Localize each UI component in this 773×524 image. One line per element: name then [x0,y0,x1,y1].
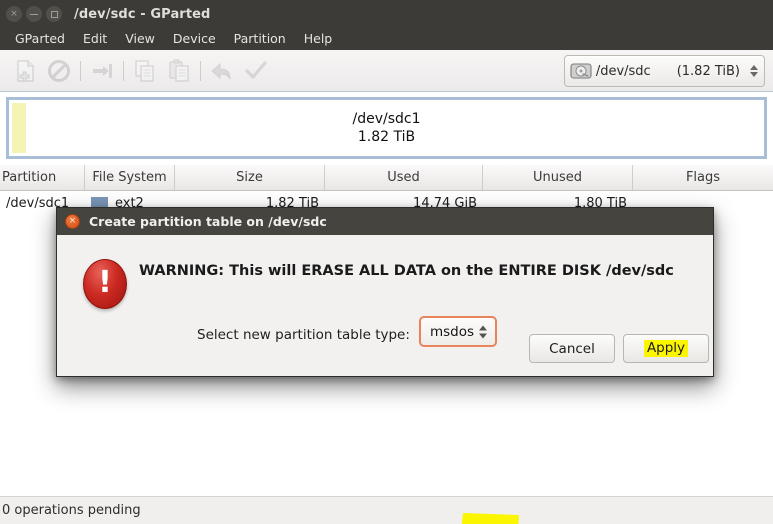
minimize-window-icon[interactable] [26,6,42,22]
toolbar-separator [80,60,81,81]
cancel-button[interactable]: Cancel [529,334,615,363]
spinner-down-arrow [750,72,758,77]
combo-spinner-icon[interactable] [479,325,487,338]
menu-item-device[interactable]: Device [164,29,225,49]
spinner-up-arrow [750,65,758,70]
device-selector[interactable]: /dev/sdc (1.82 TiB) [563,55,765,87]
column-header-unused[interactable]: Unused [483,165,633,190]
menu-bar: GParted Edit View Device Partition Help [0,28,773,50]
dialog-title: Create partition table on /dev/sdc [89,214,327,229]
column-header-partition[interactable]: Partition [0,165,85,190]
device-name: /dev/sdc [595,63,651,79]
apply-button-label: Apply [643,339,689,358]
minimize-dash [30,13,38,15]
partition-table-type-combo[interactable]: msdos [419,316,497,347]
dialog-close-icon[interactable]: × [65,214,80,229]
new-partition-icon[interactable] [8,54,42,88]
maximize-square [50,10,58,18]
window-controls: × [6,6,62,22]
combo-selected-value: msdos [430,323,475,340]
status-text: 0 operations pending [2,503,141,518]
combo-up-arrow [479,325,487,330]
partition-graphic-labels: /dev/sdc1 1.82 TiB [352,110,420,147]
partition-graphic-size: 1.82 TiB [357,129,416,145]
error-exclamation-icon: ! [83,259,127,309]
menu-item-view[interactable]: View [116,29,164,49]
status-bar: 0 operations pending [0,496,773,524]
table-header-row: Partition File System Size Used Unused F… [0,165,773,191]
dialog-body: ! WARNING: This will ERASE ALL DATA on t… [57,235,713,524]
column-header-used[interactable]: Used [325,165,483,190]
toolbar-separator [123,60,124,81]
gparted-window: × /dev/sdc - GParted GParted Edit View D… [0,0,773,524]
exclamation-glyph: ! [98,265,112,300]
hard-disk-icon [570,63,592,79]
copy-icon[interactable] [128,54,162,88]
dialog-title-bar: × Create partition table on /dev/sdc [57,208,713,235]
undo-icon[interactable] [205,54,239,88]
column-header-filesystem[interactable]: File System [85,165,175,190]
toolbar-buttons [0,54,273,88]
menu-item-help[interactable]: Help [295,29,342,49]
window-title: /dev/sdc - GParted [74,6,211,22]
menu-item-edit[interactable]: Edit [74,29,116,49]
paste-icon[interactable] [162,54,196,88]
device-size: (1.82 TiB) [676,63,740,79]
column-header-flags[interactable]: Flags [633,165,773,190]
delete-partition-icon[interactable] [42,54,76,88]
menu-item-gparted[interactable]: GParted [6,29,74,49]
title-bar: × /dev/sdc - GParted [0,0,773,28]
maximize-window-icon[interactable] [46,6,62,22]
device-spinner-icon[interactable] [750,65,758,77]
partition-unused-strip [12,103,26,153]
partition-graphic[interactable]: /dev/sdc1 1.82 TiB [6,97,767,159]
apply-operations-icon[interactable] [239,54,273,88]
apply-button[interactable]: Apply [623,334,709,363]
create-partition-table-dialog: × Create partition table on /dev/sdc ! W… [56,207,714,524]
column-header-size[interactable]: Size [175,165,325,190]
partition-table-type-label: Select new partition table type: [197,327,410,343]
menu-item-partition[interactable]: Partition [225,29,295,49]
close-window-icon[interactable]: × [6,6,22,22]
combo-down-arrow [479,333,487,338]
toolbar-separator [200,60,201,81]
partition-graphic-name: /dev/sdc1 [352,110,421,127]
partition-graphic-area: /dev/sdc1 1.82 TiB [0,93,773,165]
dialog-warning-text: WARNING: This will ERASE ALL DATA on the… [139,263,674,279]
resize-move-icon[interactable] [85,54,119,88]
toolbar: /dev/sdc (1.82 TiB) [0,50,773,92]
